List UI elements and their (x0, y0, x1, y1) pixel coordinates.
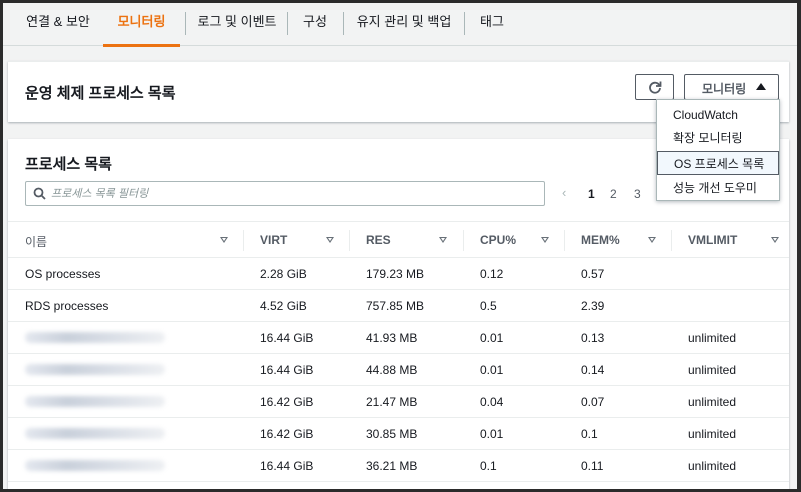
redacted-process-name (25, 332, 165, 343)
monitoring-button-label: 모니터링 (702, 82, 747, 96)
process-filter-input[interactable] (51, 185, 531, 202)
mem-cell: 0.11 (581, 459, 604, 473)
column-divider (349, 230, 350, 251)
search-icon (33, 187, 46, 200)
process-name-cell: RDS processes (25, 299, 109, 313)
res-cell: 30.85 MB (366, 427, 418, 441)
res-cell: 44.88 MB (366, 363, 418, 377)
table-row[interactable]: 16.44 GiB 36.21 MB 0.1 0.11 unlimited (8, 450, 789, 482)
tab-divider (343, 12, 344, 35)
table-row[interactable]: OS processes 2.28 GiB 179.23 MB 0.12 0.57 (8, 258, 789, 290)
tab-configuration[interactable]: 구성 (290, 3, 340, 46)
table-row[interactable]: 16.42 GiB 30.85 MB 0.01 0.1 unlimited (8, 418, 789, 450)
col-header-virt[interactable]: VIRT (260, 233, 287, 247)
process-name-cell: OS processes (25, 267, 101, 281)
col-header-vmlimit[interactable]: VMLIMIT (688, 233, 737, 247)
page-1-link[interactable]: 1 (588, 187, 595, 201)
virt-cell: 16.44 GiB (260, 459, 314, 473)
cpu-cell: 0.12 (480, 267, 504, 281)
sort-icon[interactable] (326, 237, 334, 243)
tab-bar: 연결 & 보안 모니터링 로그 및 이벤트 구성 유지 관리 및 백업 태그 (3, 3, 797, 47)
tab-monitoring[interactable]: 모니터링 (103, 3, 180, 47)
refresh-button[interactable] (635, 74, 674, 100)
res-cell: 36.21 MB (366, 459, 418, 473)
tab-maintenance-backup[interactable]: 유지 관리 및 백업 (345, 3, 463, 46)
cpu-cell: 0.01 (480, 363, 504, 377)
redacted-process-name (25, 364, 165, 375)
cpu-cell: 0.01 (480, 331, 504, 345)
res-cell: 41.93 MB (366, 331, 418, 345)
table-header: 이름 VIRT RES CPU% MEM% VMLIMIT (8, 221, 789, 258)
column-divider (463, 230, 464, 251)
mem-cell: 0.13 (581, 331, 605, 345)
cpu-cell: 0.01 (480, 427, 504, 441)
tab-divider (287, 12, 288, 35)
vmlimit-cell: unlimited (688, 331, 737, 345)
table-row[interactable]: 16.42 GiB 21.47 MB 0.04 0.07 unlimited (8, 386, 789, 418)
column-divider (671, 230, 672, 251)
mem-cell: 2.39 (581, 299, 605, 313)
process-list-title: 프로세스 목록 (25, 156, 112, 173)
virt-cell: 16.44 GiB (260, 363, 314, 377)
mem-cell: 0.07 (581, 395, 605, 409)
column-divider (243, 230, 244, 251)
res-cell: 757.85 MB (366, 299, 425, 313)
page-3-link[interactable]: 3 (634, 187, 641, 201)
monitoring-dropdown-menu: CloudWatch 확장 모니터링 OS 프로세스 목록 성능 개선 도우미 (656, 99, 780, 201)
res-cell: 21.47 MB (366, 395, 418, 409)
tab-tags[interactable]: 태그 (466, 3, 518, 46)
col-header-res[interactable]: RES (366, 233, 391, 247)
refresh-icon (649, 81, 662, 94)
redacted-process-name (25, 428, 165, 439)
sort-icon[interactable] (648, 237, 656, 243)
tab-logs-events[interactable]: 로그 및 이벤트 (187, 3, 287, 46)
virt-cell: 4.52 GiB (260, 299, 307, 313)
vmlimit-cell: unlimited (688, 395, 737, 409)
sort-icon[interactable] (771, 237, 779, 243)
column-divider (564, 230, 565, 251)
sort-icon[interactable] (439, 237, 447, 243)
monitoring-dropdown-button[interactable]: 모니터링 (684, 74, 779, 100)
tab-divider (185, 12, 186, 35)
col-header-mem[interactable]: MEM% (581, 233, 620, 247)
cpu-cell: 0.1 (480, 459, 497, 473)
vmlimit-cell: unlimited (688, 427, 737, 441)
page-2-link[interactable]: 2 (610, 187, 617, 201)
menu-item-performance-insights[interactable]: 성능 개선 도우미 (657, 176, 779, 200)
rds-instance-detail-frame: 연결 & 보안 모니터링 로그 및 이벤트 구성 유지 관리 및 백업 태그 운… (3, 3, 797, 489)
vmlimit-cell: unlimited (688, 363, 737, 377)
tab-connectivity-security[interactable]: 연결 & 보안 (14, 3, 102, 46)
table-row[interactable]: 16.44 GiB 44.88 MB 0.01 0.14 unlimited (8, 354, 789, 386)
virt-cell: 2.28 GiB (260, 267, 307, 281)
mem-cell: 0.1 (581, 427, 598, 441)
menu-item-os-process-list[interactable]: OS 프로세스 목록 (657, 151, 779, 175)
mem-cell: 0.14 (581, 363, 605, 377)
redacted-process-name (25, 460, 165, 471)
col-header-cpu[interactable]: CPU% (480, 233, 516, 247)
table-row[interactable]: RDS processes 4.52 GiB 757.85 MB 0.5 2.39 (8, 290, 789, 322)
tab-divider (464, 12, 465, 35)
col-header-name[interactable]: 이름 (25, 233, 47, 250)
caret-up-icon (756, 83, 766, 90)
mem-cell: 0.57 (581, 267, 605, 281)
process-filter-field[interactable] (25, 181, 545, 206)
res-cell: 179.23 MB (366, 267, 425, 281)
virt-cell: 16.42 GiB (260, 395, 314, 409)
virt-cell: 16.44 GiB (260, 331, 314, 345)
sort-icon[interactable] (220, 237, 228, 243)
menu-item-enhanced-monitoring[interactable]: 확장 모니터링 (657, 126, 779, 150)
menu-item-cloudwatch[interactable]: CloudWatch (657, 103, 779, 127)
table-row[interactable]: 16.44 GiB 41.93 MB 0.01 0.13 unlimited (8, 322, 789, 354)
os-process-panel-title: 운영 체제 프로세스 목록 (25, 85, 176, 102)
sort-icon[interactable] (541, 237, 549, 243)
cpu-cell: 0.5 (480, 299, 497, 313)
chevron-left-icon[interactable]: ‹ (562, 185, 566, 200)
cpu-cell: 0.04 (480, 395, 504, 409)
vmlimit-cell: unlimited (688, 459, 737, 473)
redacted-process-name (25, 396, 165, 407)
virt-cell: 16.42 GiB (260, 427, 314, 441)
